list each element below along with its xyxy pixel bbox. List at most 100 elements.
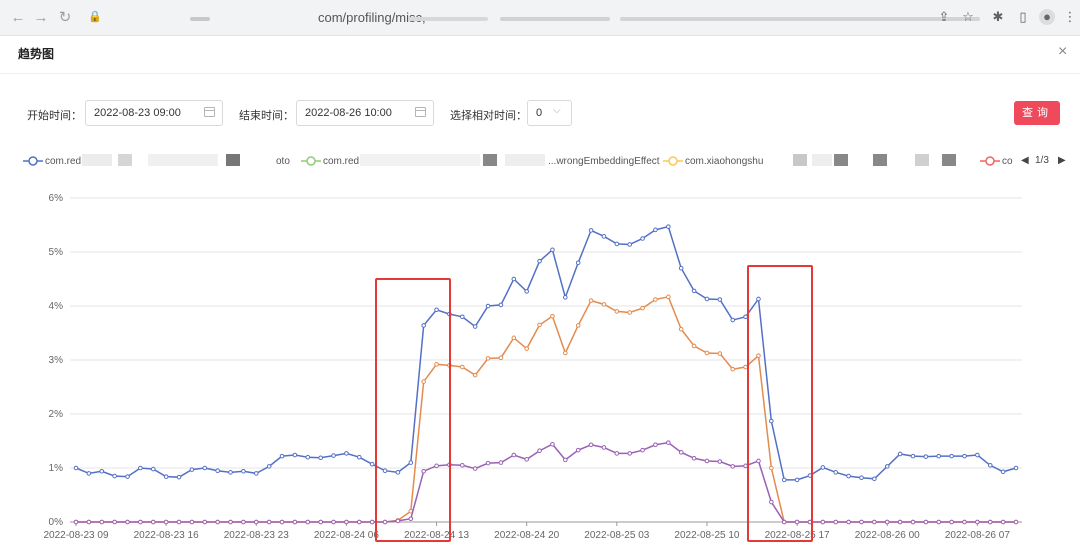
legend-item-4[interactable]: co	[980, 154, 1020, 170]
data-point	[820, 465, 826, 470]
data-point	[653, 297, 658, 302]
data-point	[292, 452, 298, 458]
query-button[interactable]: 查询	[1014, 101, 1060, 125]
legend-page-indicator: 1/3	[1035, 155, 1049, 166]
data-point	[987, 519, 993, 525]
close-icon[interactable]: ×	[1058, 44, 1067, 60]
data-point	[215, 519, 220, 525]
data-point	[331, 453, 336, 458]
data-point	[563, 295, 568, 300]
data-point	[112, 519, 117, 525]
data-point	[331, 519, 336, 525]
data-point	[910, 453, 916, 459]
data-point	[575, 323, 581, 328]
profile-icon[interactable]: ●	[1039, 9, 1055, 25]
extensions-icon[interactable]: ✱	[990, 9, 1006, 25]
x-tick-label: 2022-08-23 16	[134, 530, 199, 541]
data-point	[627, 310, 632, 315]
data-point	[369, 461, 375, 467]
data-point	[872, 519, 877, 525]
y-tick-label: 4%	[49, 301, 64, 312]
data-point	[640, 447, 645, 453]
data-point	[511, 335, 517, 341]
data-point	[511, 276, 517, 282]
x-tick-label: 2022-08-26 07	[945, 530, 1010, 541]
data-point	[1013, 519, 1019, 525]
data-point	[678, 450, 684, 455]
forward-arrow-icon[interactable]: →	[31, 8, 51, 28]
x-tick-label: 2022-08-26 00	[855, 530, 920, 541]
back-arrow-icon[interactable]: ←	[8, 8, 28, 28]
reload-icon[interactable]: ↻	[55, 8, 75, 28]
data-point	[369, 519, 375, 525]
data-point	[99, 519, 105, 525]
relative-time-select[interactable]: 0	[527, 100, 572, 126]
data-point	[176, 474, 182, 480]
data-point	[1013, 465, 1019, 471]
start-time-input[interactable]: 2022-08-23 09:00	[85, 100, 223, 126]
legend-label-1: com.red	[45, 156, 82, 167]
data-point	[691, 343, 697, 349]
data-point	[498, 355, 504, 361]
data-point	[653, 442, 658, 448]
highlight-box-rise	[375, 278, 451, 542]
start-time-label: 开始时间：	[27, 110, 82, 122]
data-point	[460, 463, 465, 468]
chevron-down-icon: ⌵	[553, 105, 561, 116]
data-point	[730, 317, 736, 323]
end-time-input[interactable]: 2022-08-26 10:00	[296, 100, 434, 126]
data-point	[666, 224, 671, 229]
data-point	[872, 476, 877, 482]
data-point	[163, 519, 169, 525]
data-point	[833, 470, 839, 475]
legend-item-3[interactable]: com.xiaohongshu	[663, 154, 793, 170]
data-point	[859, 475, 864, 481]
data-point	[305, 519, 311, 525]
sidepanel-icon[interactable]: ▯	[1015, 9, 1031, 25]
series-line-3	[76, 441, 1016, 523]
data-point	[653, 227, 658, 233]
legend-next-icon[interactable]: ▶	[1058, 155, 1066, 166]
data-point	[601, 445, 607, 450]
data-point	[202, 519, 208, 525]
x-tick-label: 2022-08-24 20	[494, 530, 559, 541]
data-point	[472, 324, 478, 329]
data-point	[640, 236, 645, 241]
legend-label-3: com.xiaohongshu	[685, 156, 764, 167]
data-point	[318, 455, 323, 461]
data-point	[936, 519, 942, 525]
data-point	[975, 519, 980, 525]
data-point	[86, 471, 92, 476]
data-point	[640, 305, 645, 311]
address-bar[interactable]: 🔒 com/profiling/misc,	[80, 5, 980, 31]
data-point	[910, 519, 916, 525]
legend-label-2: com.red	[323, 156, 360, 167]
calendar-icon	[204, 107, 215, 117]
share-icon[interactable]: ⇪	[936, 9, 952, 25]
lock-icon: 🔒	[88, 11, 102, 23]
data-point	[601, 302, 607, 307]
data-point	[266, 519, 272, 525]
data-point	[678, 326, 684, 332]
data-point	[485, 460, 491, 466]
y-tick-label: 6%	[49, 193, 64, 204]
data-point	[962, 519, 967, 525]
data-point	[150, 519, 156, 525]
data-point	[138, 519, 143, 525]
data-point	[987, 463, 993, 468]
menu-icon[interactable]: ⋮	[1062, 9, 1078, 25]
data-point	[666, 440, 671, 445]
data-point	[73, 519, 79, 525]
data-point	[537, 322, 542, 328]
data-point	[550, 247, 555, 253]
legend-prev-icon[interactable]: ◀	[1021, 155, 1029, 166]
data-point	[112, 473, 117, 479]
data-point	[627, 242, 632, 247]
data-point	[962, 453, 967, 459]
data-point	[975, 452, 980, 458]
data-point	[472, 372, 478, 378]
star-icon[interactable]: ☆	[960, 9, 976, 25]
data-point	[704, 350, 710, 356]
data-point	[717, 297, 723, 302]
data-point	[292, 519, 298, 525]
